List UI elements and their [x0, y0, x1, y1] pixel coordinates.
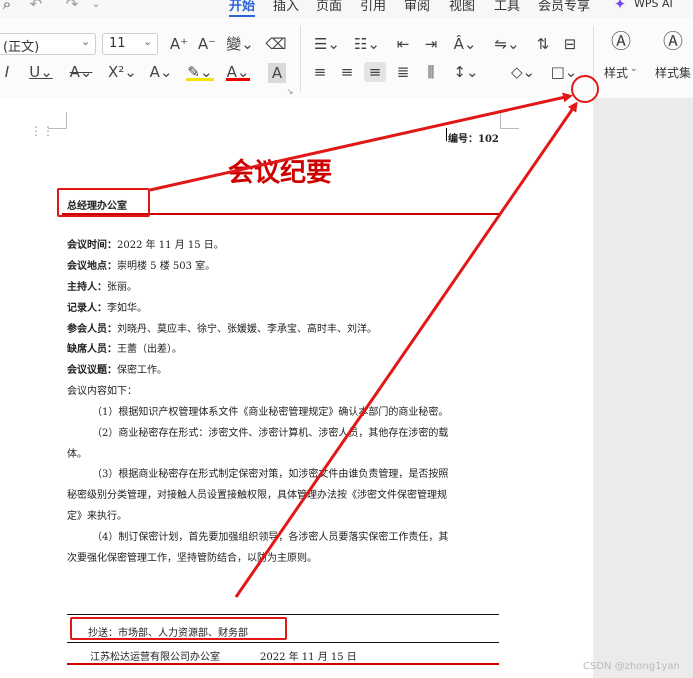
- watermark: CSDN @zhong1yan: [583, 661, 680, 672]
- arrow-to-launcher: [234, 101, 578, 598]
- annotation-arrows: [149, 92, 578, 598]
- arrow-to-launcher: [149, 92, 573, 192]
